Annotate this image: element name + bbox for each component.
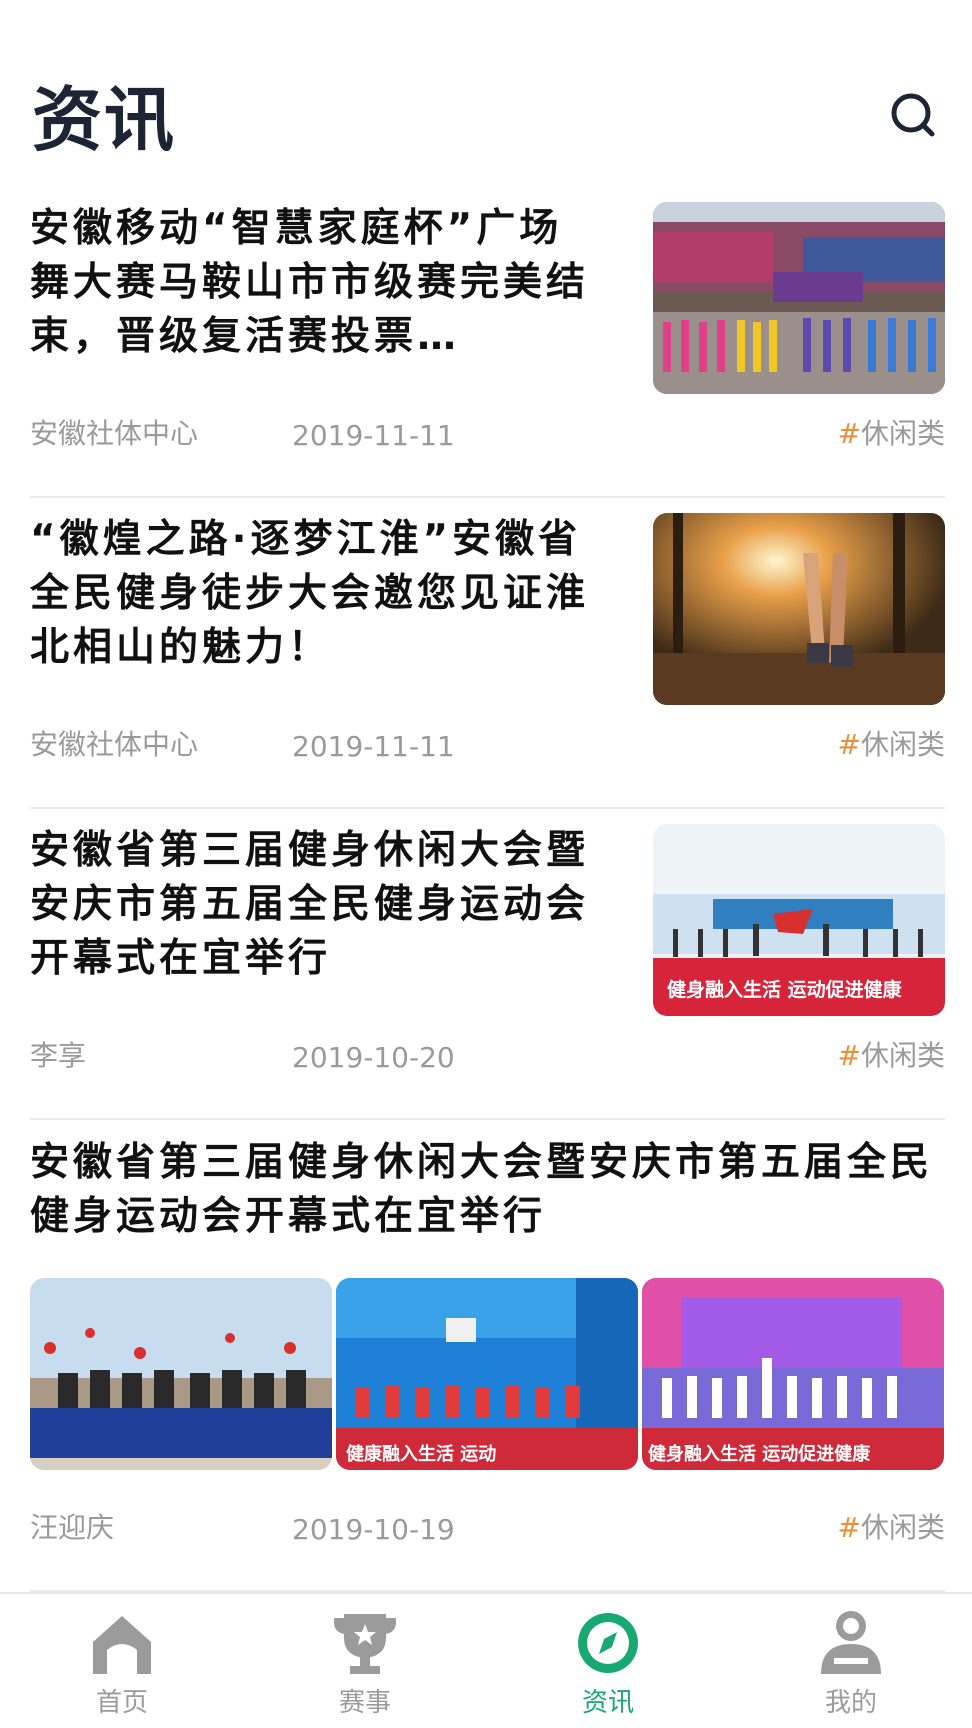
news-date: 2019-11-11 [292, 419, 455, 452]
tab-label: 首页 [95, 1688, 148, 1718]
divider [30, 807, 945, 809]
tab-label: 我的 [824, 1688, 877, 1718]
news-title: 安徽省第三届健身休闲大会暨安庆市第五届全民健身运动会开幕式在宜举行 [30, 1140, 934, 1239]
page-title: 资讯 [32, 79, 176, 161]
news-date: 2019-10-19 [292, 1513, 455, 1546]
news-card[interactable]: “徽煌之路·逐梦江淮”安徽省全民健身徒步大会邀您见证淮北相山的魅力！ 安徽社体中… [30, 513, 945, 809]
tab-label: 资讯 [581, 1688, 634, 1718]
tag-label: 休闲类 [860, 1039, 945, 1072]
news-meta: 安徽社体中心 2019-11-11 #休闲类 [30, 414, 945, 454]
news-tag[interactable]: #休闲类 [838, 725, 945, 765]
bottom-tab-bar: 首页 赛事 资讯 我的 [0, 1592, 972, 1728]
tag-label: 休闲类 [860, 417, 945, 450]
search-icon [891, 93, 935, 137]
divider [30, 1118, 945, 1120]
search-button[interactable] [888, 90, 938, 140]
news-source: 安徽社体中心 [30, 728, 199, 761]
news-title: “徽煌之路·逐梦江淮”安徽省全民健身徒步大会邀您见证淮北相山的魅力！ [30, 517, 590, 670]
news-tag[interactable]: #休闲类 [838, 1508, 945, 1548]
compass-icon [578, 1613, 638, 1673]
home-icon [93, 1616, 151, 1674]
news-card[interactable]: 安徽省第三届健身休闲大会暨安庆市第五届全民健身运动会开幕式在宜举行 健康融入生活… [30, 1136, 945, 1592]
news-date: 2019-10-20 [292, 1041, 455, 1074]
tag-hash: # [837, 1039, 861, 1072]
news-source: 汪迎庆 [30, 1511, 115, 1544]
divider [30, 496, 945, 498]
tab-label: 赛事 [338, 1688, 391, 1718]
news-title: 安徽省第三届健身休闲大会暨安庆市第五届全民健身运动会开幕式在宜举行 [30, 828, 590, 981]
news-thumbnail: 健身融入生活 运动促进健康 [642, 1278, 944, 1470]
tab-home[interactable]: 首页 [52, 1608, 192, 1728]
news-title: 安徽移动“智慧家庭杯”广场舞大赛马鞍山市市级赛完美结束，晋级复活赛投票… [30, 206, 590, 359]
news-date: 2019-11-11 [292, 730, 455, 763]
news-tag[interactable]: #休闲类 [838, 1036, 945, 1076]
user-icon [821, 1611, 881, 1674]
tag-hash: # [837, 728, 861, 761]
news-tag[interactable]: #休闲类 [838, 414, 945, 454]
news-feed: 安徽移动“智慧家庭杯”广场舞大赛马鞍山市市级赛完美结束，晋级复活赛投票… 安徽社… [0, 190, 972, 1592]
news-thumbnail [653, 202, 945, 394]
news-card[interactable]: 安徽移动“智慧家庭杯”广场舞大赛马鞍山市市级赛完美结束，晋级复活赛投票… 安徽社… [30, 202, 945, 498]
thumbnail-banner-text: 健身融入生活 运动促进健康 [648, 1443, 871, 1465]
trophy-icon [334, 1614, 396, 1674]
tag-label: 休闲类 [860, 1511, 945, 1544]
header: 资讯 [0, 0, 972, 190]
tag-hash: # [837, 417, 861, 450]
news-card[interactable]: 安徽省第三届健身休闲大会暨安庆市第五届全民健身运动会开幕式在宜举行 健身融入生活… [30, 824, 945, 1120]
tag-hash: # [837, 1511, 861, 1544]
news-thumbnail [30, 1278, 332, 1470]
news-thumbnail: 健康融入生活 运动 [336, 1278, 638, 1470]
tab-events[interactable]: 赛事 [295, 1608, 435, 1728]
news-meta: 汪迎庆 2019-10-19 #休闲类 [30, 1508, 945, 1548]
news-thumbnail [653, 513, 945, 705]
tab-news[interactable]: 资讯 [538, 1608, 678, 1728]
news-source: 李享 [30, 1039, 87, 1072]
news-meta: 安徽社体中心 2019-11-11 #休闲类 [30, 725, 945, 765]
news-thumbnail: 健身融入生活 运动促进健康 [653, 824, 945, 1016]
thumbnail-banner-text: 健康融入生活 运动 [346, 1443, 496, 1465]
news-source: 安徽社体中心 [30, 417, 199, 450]
news-meta: 李享 2019-10-20 #休闲类 [30, 1036, 945, 1076]
tab-profile[interactable]: 我的 [781, 1608, 921, 1728]
thumbnail-banner-text: 健身融入生活 运动促进健康 [667, 978, 903, 1001]
tag-label: 休闲类 [860, 728, 945, 761]
